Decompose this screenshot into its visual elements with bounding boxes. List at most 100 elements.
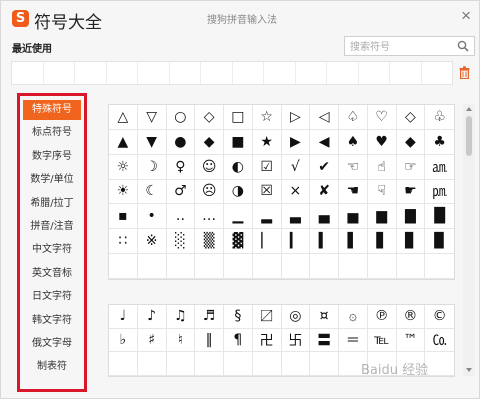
symbol-cell[interactable] bbox=[137, 254, 167, 279]
symbol-cell[interactable]: ☆ bbox=[252, 105, 282, 130]
category-item[interactable]: 日文字符 bbox=[23, 287, 81, 307]
trash-icon[interactable] bbox=[459, 66, 470, 79]
symbol-cell[interactable]: ☼ bbox=[109, 154, 138, 180]
symbol-cell[interactable]: ♪ bbox=[137, 305, 167, 329]
symbol-cell[interactable]: ☽ bbox=[137, 154, 167, 180]
symbol-cell[interactable]: ☾ bbox=[137, 179, 167, 205]
symbol-scrollbar[interactable] bbox=[463, 104, 475, 376]
symbol-cell[interactable] bbox=[137, 352, 167, 376]
symbol-cell[interactable]: ℗ bbox=[367, 305, 397, 329]
symbol-cell[interactable]: ◇ bbox=[396, 105, 426, 130]
symbol-cell[interactable]: ◎ bbox=[281, 305, 311, 329]
symbol-cell[interactable] bbox=[195, 352, 224, 376]
symbol-cell[interactable] bbox=[281, 352, 311, 376]
category-item[interactable]: 希腊/拉丁 bbox=[23, 194, 81, 214]
category-item[interactable]: 韩文字符 bbox=[23, 311, 81, 331]
scroll-thumb[interactable] bbox=[466, 116, 472, 156]
recent-slot[interactable] bbox=[12, 62, 44, 84]
symbol-cell[interactable]: ▉ bbox=[425, 229, 454, 255]
symbol-cell[interactable]: ▒ bbox=[195, 229, 224, 255]
symbol-cell[interactable]: ■ bbox=[224, 129, 253, 155]
symbol-cell[interactable]: ☑ bbox=[252, 154, 282, 180]
category-item[interactable]: 标点符号 bbox=[23, 123, 81, 143]
recent-slot[interactable] bbox=[422, 62, 453, 84]
symbol-cell[interactable]: ▪ bbox=[109, 204, 138, 230]
symbol-cell[interactable]: ◑ bbox=[224, 179, 253, 205]
symbol-cell[interactable] bbox=[252, 352, 282, 376]
symbol-cell[interactable]: ㏂ bbox=[425, 155, 454, 180]
symbol-cell[interactable]: ® bbox=[396, 305, 426, 329]
symbol-cell[interactable]: ♬ bbox=[195, 305, 224, 329]
symbol-cell[interactable]: ‥ bbox=[166, 204, 196, 230]
recent-slot[interactable] bbox=[138, 62, 170, 84]
symbol-cell[interactable]: ● bbox=[166, 129, 196, 155]
symbol-cell[interactable]: ♩ bbox=[109, 305, 138, 329]
recent-slot[interactable] bbox=[75, 62, 107, 84]
symbol-cell[interactable]: ▄ bbox=[310, 204, 339, 230]
category-item[interactable]: 制表符 bbox=[23, 357, 81, 377]
symbol-cell[interactable]: ♫ bbox=[166, 305, 196, 329]
symbol-cell[interactable] bbox=[396, 254, 426, 279]
symbol-cell[interactable]: ◆ bbox=[195, 129, 224, 155]
symbol-cell[interactable]: ℡ bbox=[367, 328, 397, 353]
symbol-cell[interactable] bbox=[224, 352, 253, 376]
search-box[interactable] bbox=[344, 36, 475, 57]
symbol-cell[interactable]: ☝ bbox=[367, 154, 397, 180]
symbol-cell[interactable]: ▂ bbox=[252, 204, 282, 230]
symbol-cell[interactable]: █ bbox=[425, 204, 454, 230]
symbol-cell[interactable]: ※ bbox=[137, 229, 167, 255]
symbol-cell[interactable]: 〓 bbox=[310, 328, 339, 353]
symbol-cell[interactable]: ○ bbox=[166, 105, 196, 130]
category-item[interactable]: 中文字符 bbox=[23, 240, 81, 260]
symbol-cell[interactable] bbox=[109, 352, 138, 376]
symbol-cell[interactable]: ▆ bbox=[367, 204, 397, 230]
category-item[interactable]: 数字序号 bbox=[23, 147, 81, 167]
symbol-cell[interactable]: ▃ bbox=[281, 204, 311, 230]
category-item[interactable]: 俄文字母 bbox=[23, 334, 81, 354]
symbol-cell[interactable]: ★ bbox=[252, 129, 282, 155]
symbol-cell[interactable]: ㏇ bbox=[425, 329, 454, 353]
symbol-cell[interactable]: • bbox=[137, 204, 167, 230]
symbol-cell[interactable] bbox=[339, 254, 368, 279]
symbol-cell[interactable] bbox=[166, 352, 196, 376]
symbol-cell[interactable]: ♥ bbox=[367, 129, 397, 155]
symbol-cell[interactable]: ☚ bbox=[339, 179, 368, 205]
symbol-cell[interactable]: ◆ bbox=[396, 129, 426, 155]
symbol-cell[interactable]: ♧ bbox=[425, 105, 454, 130]
symbol-cell[interactable]: ▏ bbox=[252, 229, 282, 255]
symbol-cell[interactable]: ♣ bbox=[425, 130, 454, 155]
symbol-cell[interactable]: ¤ bbox=[310, 305, 339, 329]
symbol-cell[interactable]: ◁ bbox=[310, 105, 339, 130]
category-item[interactable]: 特殊符号 bbox=[23, 100, 81, 120]
close-button[interactable]: × bbox=[461, 7, 471, 25]
symbol-cell[interactable]: ▽ bbox=[137, 105, 167, 130]
symbol-cell[interactable]: ۞ bbox=[339, 305, 368, 329]
symbol-cell[interactable] bbox=[367, 254, 397, 279]
symbol-cell[interactable]: ♂ bbox=[166, 179, 196, 205]
symbol-cell[interactable]: × bbox=[281, 179, 311, 205]
symbol-cell[interactable] bbox=[310, 254, 339, 279]
symbol-cell[interactable]: ☛ bbox=[396, 179, 426, 205]
symbol-cell[interactable]: … bbox=[195, 204, 224, 230]
symbol-cell[interactable]: ░ bbox=[166, 229, 196, 255]
symbol-cell[interactable]: ☜ bbox=[339, 154, 368, 180]
search-icon[interactable] bbox=[457, 40, 469, 52]
symbol-cell[interactable]: ▇ bbox=[396, 204, 426, 230]
symbol-cell[interactable] bbox=[166, 254, 196, 279]
symbol-cell[interactable]: △ bbox=[109, 105, 138, 130]
symbol-cell[interactable]: ♤ bbox=[339, 105, 368, 130]
symbol-cell[interactable]: ♡ bbox=[367, 105, 397, 130]
symbol-cell[interactable]: ▌ bbox=[339, 229, 368, 255]
symbol-cell[interactable]: ▓ bbox=[224, 229, 253, 255]
symbol-cell[interactable]: ☺ bbox=[195, 154, 224, 180]
symbol-cell[interactable] bbox=[425, 352, 454, 376]
recent-slot[interactable] bbox=[327, 62, 359, 84]
symbol-cell[interactable]: ▼ bbox=[137, 129, 167, 155]
symbol-cell[interactable]: 〼 bbox=[252, 305, 282, 329]
symbol-cell[interactable]: ▅ bbox=[339, 204, 368, 230]
symbol-cell[interactable]: ♯ bbox=[137, 328, 167, 353]
symbol-cell[interactable]: □ bbox=[224, 105, 253, 130]
symbol-cell[interactable]: ☒ bbox=[252, 179, 282, 205]
symbol-cell[interactable]: ♀ bbox=[166, 154, 196, 180]
recent-slot[interactable] bbox=[107, 62, 138, 84]
